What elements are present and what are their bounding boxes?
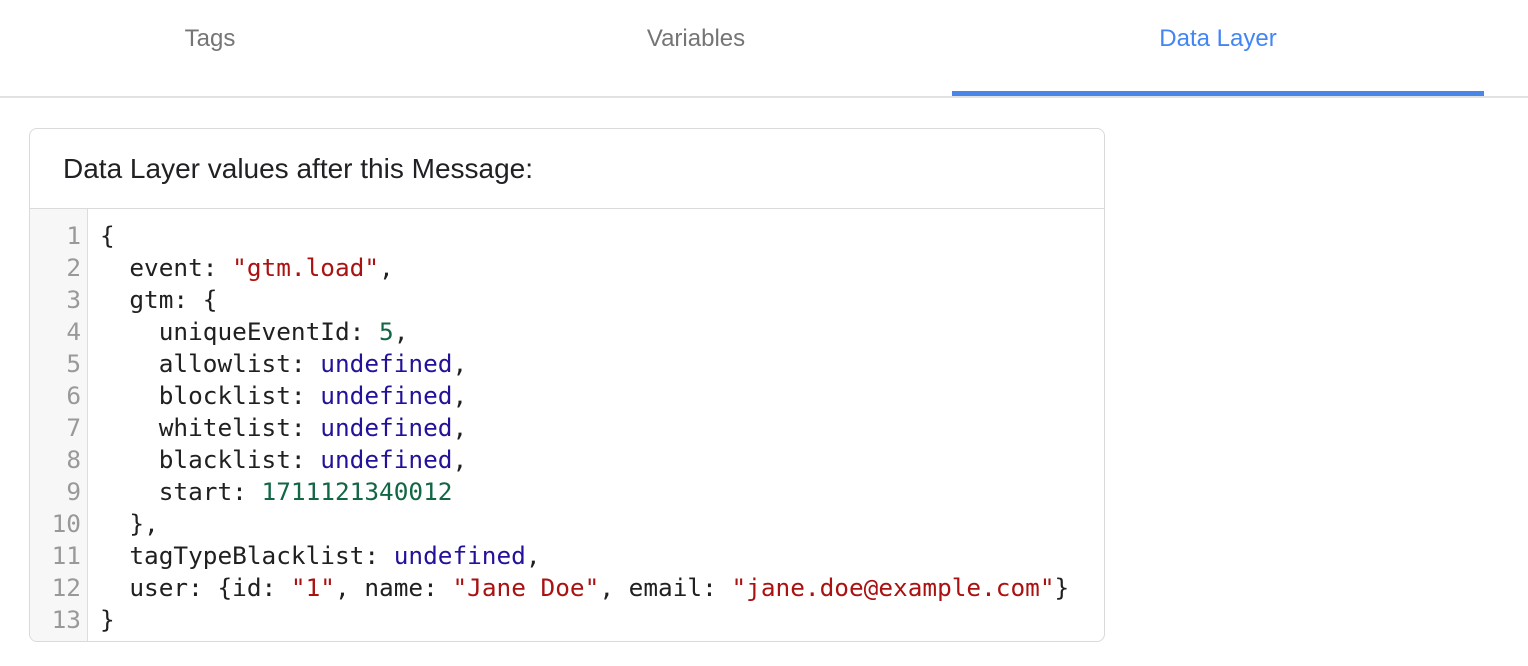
line-number: 9 bbox=[66, 477, 81, 506]
code-text: gtm: { bbox=[100, 284, 217, 316]
card-title: Data Layer values after this Message: bbox=[30, 129, 1104, 209]
code-punct: { bbox=[100, 221, 115, 250]
code-viewer[interactable]: 1 {2 event: "gtm.load", 3 gtm: { 4 uniqueEv… bbox=[30, 209, 1104, 641]
code-punct: blacklist: bbox=[158, 445, 321, 474]
code-punct: } bbox=[1054, 573, 1070, 602]
code-punct: start: bbox=[158, 477, 262, 506]
tab-tags[interactable]: Tags bbox=[0, 0, 420, 96]
code-punct: tagTypeBlacklist: bbox=[129, 541, 394, 570]
code-atom: undefined bbox=[320, 349, 453, 378]
code-text: allowlist: undefined, bbox=[100, 348, 467, 380]
code-punct: whitelist: bbox=[158, 413, 321, 442]
code-punct: , bbox=[379, 253, 394, 282]
code-text: }, bbox=[100, 508, 159, 540]
line-number: 1 bbox=[66, 221, 81, 250]
code-punct: user: {id: bbox=[129, 573, 291, 602]
active-tab-indicator bbox=[952, 91, 1484, 96]
code-punct: allowlist: bbox=[158, 349, 321, 378]
code-text: blacklist: undefined, bbox=[100, 444, 467, 476]
code-punct: , bbox=[452, 349, 468, 378]
code-punct: event: bbox=[129, 253, 233, 282]
code-atom: undefined bbox=[393, 541, 526, 570]
code-number: 1711121340012 bbox=[261, 477, 453, 506]
code-atom: undefined bbox=[320, 445, 453, 474]
line-number: 11 bbox=[51, 541, 81, 570]
line-number: 8 bbox=[66, 445, 81, 474]
code-text: whitelist: undefined, bbox=[100, 412, 467, 444]
code-string: "gtm.load" bbox=[232, 253, 380, 282]
code-punct: , name: bbox=[334, 573, 453, 602]
code-punct: uniqueEventId: bbox=[158, 317, 380, 346]
line-number: 2 bbox=[66, 253, 81, 282]
code-punct: , bbox=[393, 317, 409, 346]
line-number: 13 bbox=[51, 605, 81, 634]
code-punct: }, bbox=[129, 509, 159, 538]
code-text: user: {id: "1", name: "Jane Doe", email:… bbox=[100, 572, 1069, 604]
line-number: 6 bbox=[66, 381, 81, 410]
code-punct: , bbox=[525, 541, 541, 570]
code-string: "Jane Doe" bbox=[452, 573, 600, 602]
code-punct: gtm: { bbox=[129, 285, 218, 314]
code-text: blocklist: undefined, bbox=[100, 380, 467, 412]
code-number: 5 bbox=[379, 317, 394, 346]
code-text: event: "gtm.load", bbox=[100, 252, 394, 284]
code-atom: undefined bbox=[320, 381, 453, 410]
code-string: "1" bbox=[290, 573, 335, 602]
code-text: tagTypeBlacklist: undefined, bbox=[100, 540, 541, 572]
code-punct: blocklist: bbox=[158, 381, 321, 410]
code-punct: } bbox=[100, 605, 115, 634]
code-string: "jane.doe@example.com" bbox=[731, 573, 1055, 602]
code-punct: , bbox=[452, 381, 468, 410]
code-punct: , email: bbox=[599, 573, 732, 602]
code-text: uniqueEventId: 5, bbox=[100, 316, 409, 348]
code-punct: , bbox=[452, 413, 468, 442]
line-number: 4 bbox=[66, 317, 81, 346]
code-text: start: 1711121340012 bbox=[100, 476, 453, 508]
code-text: } bbox=[100, 604, 115, 636]
data-layer-card: Data Layer values after this Message: 1 {… bbox=[29, 128, 1105, 642]
line-number: 10 bbox=[51, 509, 81, 538]
line-number: 5 bbox=[66, 349, 81, 378]
tab-variables[interactable]: Variables bbox=[440, 0, 952, 96]
tab-bar: Tags Variables Data Layer bbox=[0, 0, 1528, 98]
line-number: 7 bbox=[66, 413, 81, 442]
line-number: 3 bbox=[66, 285, 81, 314]
line-number: 12 bbox=[51, 573, 81, 602]
code-atom: undefined bbox=[320, 413, 453, 442]
code-punct: , bbox=[452, 445, 468, 474]
code-text: { bbox=[100, 220, 115, 252]
tab-data-layer[interactable]: Data Layer bbox=[952, 0, 1484, 96]
